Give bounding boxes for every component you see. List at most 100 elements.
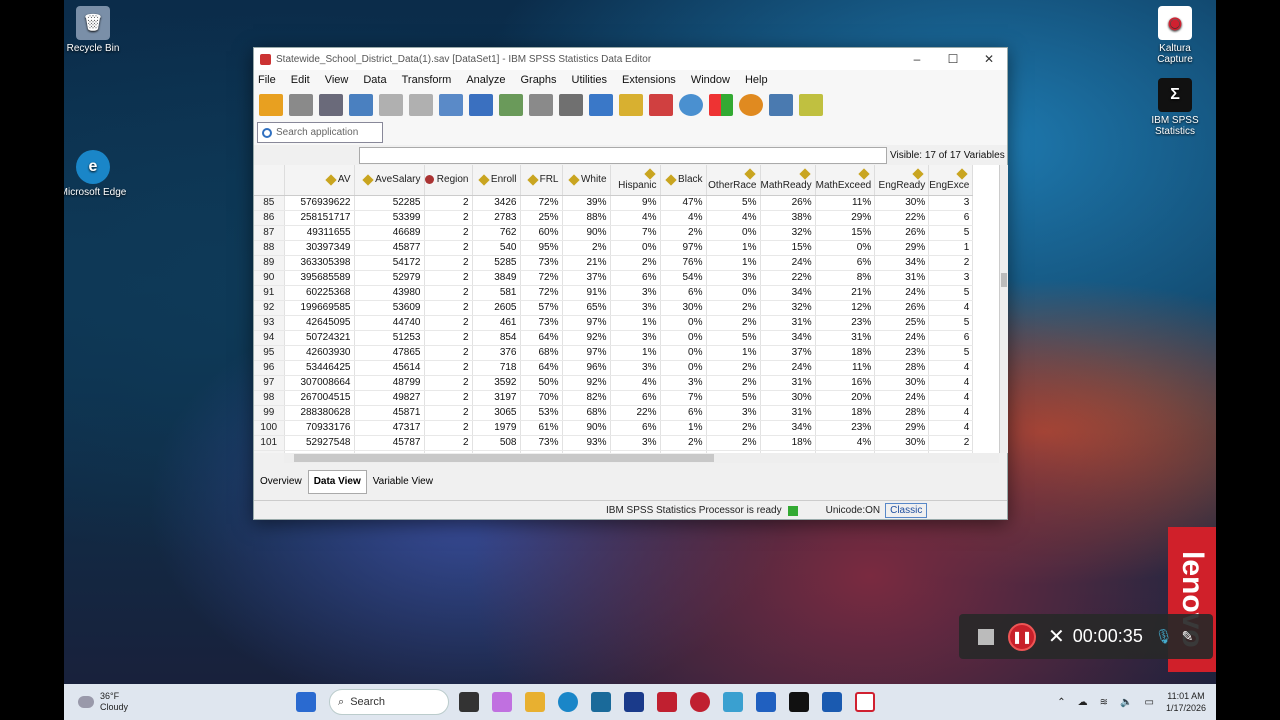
data-cell[interactable]: 3849 bbox=[472, 270, 521, 286]
data-cell[interactable]: 57% bbox=[520, 300, 563, 316]
data-cell[interactable]: 30% bbox=[760, 390, 816, 406]
data-cell[interactable]: 3% bbox=[610, 300, 661, 316]
data-cell[interactable]: 6% bbox=[660, 285, 707, 301]
run-descriptives-icon[interactable] bbox=[529, 94, 553, 116]
minimize-button[interactable]: – bbox=[899, 52, 935, 66]
row-number[interactable]: 87 bbox=[254, 225, 285, 241]
data-cell[interactable]: 25% bbox=[520, 210, 563, 226]
menu-view[interactable]: View bbox=[325, 74, 349, 86]
data-cell[interactable]: 46689 bbox=[354, 225, 425, 241]
data-cell[interactable]: 307008664 bbox=[284, 375, 355, 391]
show-all-variables-icon[interactable] bbox=[799, 94, 823, 116]
data-cell[interactable]: 3% bbox=[610, 435, 661, 451]
row-number[interactable]: 86 bbox=[254, 210, 285, 226]
data-cell[interactable]: 0% bbox=[815, 240, 876, 256]
menu-transform[interactable]: Transform bbox=[402, 74, 452, 86]
data-cell[interactable]: 44740 bbox=[354, 315, 425, 331]
data-cell[interactable]: 363305398 bbox=[284, 255, 355, 271]
data-cell[interactable]: 2 bbox=[424, 405, 473, 421]
find-binoculars-icon[interactable] bbox=[559, 94, 583, 116]
data-cell[interactable]: 5 bbox=[928, 225, 974, 241]
data-cell[interactable]: 28% bbox=[874, 405, 930, 421]
split-file-icon[interactable] bbox=[649, 94, 673, 116]
data-cell[interactable]: 2% bbox=[706, 420, 761, 436]
column-header[interactable]: AveSalary bbox=[354, 165, 425, 196]
row-number[interactable]: 94 bbox=[254, 330, 285, 346]
data-cell[interactable]: 2 bbox=[424, 300, 473, 316]
data-cell[interactable]: 31% bbox=[815, 330, 876, 346]
data-cell[interactable]: 199669585 bbox=[284, 300, 355, 316]
data-cell[interactable]: 51253 bbox=[354, 330, 425, 346]
clock[interactable]: 11:01 AM 1/17/2026 bbox=[1166, 690, 1206, 714]
column-header[interactable]: Region bbox=[424, 165, 473, 196]
data-cell[interactable]: 24% bbox=[760, 360, 816, 376]
insert-cases-icon[interactable] bbox=[589, 94, 613, 116]
data-cell[interactable]: 2% bbox=[706, 375, 761, 391]
use-variable-sets-icon[interactable] bbox=[769, 94, 793, 116]
data-cell[interactable]: 2% bbox=[706, 435, 761, 451]
data-cell[interactable]: 8% bbox=[815, 270, 876, 286]
data-cell[interactable]: 24% bbox=[874, 390, 930, 406]
data-cell[interactable]: 540 bbox=[472, 240, 521, 256]
battery-icon[interactable]: ▭ bbox=[1145, 697, 1154, 708]
data-cell[interactable]: 76% bbox=[660, 255, 707, 271]
column-header[interactable]: Black bbox=[660, 165, 707, 196]
data-cell[interactable]: 49311655 bbox=[284, 225, 355, 241]
data-cell[interactable]: 47317 bbox=[354, 420, 425, 436]
data-cell[interactable]: 37% bbox=[562, 270, 611, 286]
column-header[interactable]: Hispanic bbox=[610, 165, 661, 196]
data-cell[interactable]: 47% bbox=[660, 195, 707, 211]
lenovo-vantage-icon[interactable] bbox=[624, 692, 645, 712]
data-cell[interactable]: 68% bbox=[520, 345, 563, 361]
data-cell[interactable]: 1% bbox=[610, 315, 661, 331]
data-cell[interactable]: 26% bbox=[874, 225, 930, 241]
data-cell[interactable]: 95% bbox=[520, 240, 563, 256]
row-number[interactable]: 91 bbox=[254, 285, 285, 301]
data-cell[interactable]: 54% bbox=[660, 270, 707, 286]
column-header[interactable]: EngExce bbox=[928, 165, 974, 196]
kaltura-shortcut[interactable]: ◉ Kaltura Capture bbox=[1140, 6, 1210, 65]
data-cell[interactable]: 0% bbox=[706, 285, 761, 301]
data-cell[interactable]: 64% bbox=[520, 360, 563, 376]
recycle-bin-shortcut[interactable]: 🗑 Recycle Bin bbox=[64, 6, 128, 54]
data-cell[interactable]: 3% bbox=[610, 330, 661, 346]
data-cell[interactable]: 2 bbox=[928, 255, 974, 271]
data-cell[interactable]: 50724321 bbox=[284, 330, 355, 346]
data-cell[interactable]: 30% bbox=[660, 300, 707, 316]
security-icon[interactable] bbox=[690, 692, 711, 712]
data-cell[interactable]: 60225368 bbox=[284, 285, 355, 301]
menu-help[interactable]: Help bbox=[745, 74, 768, 86]
row-number[interactable]: 90 bbox=[254, 270, 285, 286]
data-cell[interactable]: 0% bbox=[660, 360, 707, 376]
data-cell[interactable]: 97% bbox=[562, 345, 611, 361]
copilot-icon[interactable] bbox=[492, 692, 513, 712]
data-cell[interactable]: 34% bbox=[760, 420, 816, 436]
kaltura-taskbar-icon[interactable] bbox=[855, 692, 876, 712]
data-cell[interactable]: 0% bbox=[660, 330, 707, 346]
data-cell[interactable]: 2 bbox=[424, 210, 473, 226]
data-cell[interactable]: 47865 bbox=[354, 345, 425, 361]
data-cell[interactable]: 1 bbox=[928, 240, 974, 256]
data-cell[interactable]: 42645095 bbox=[284, 315, 355, 331]
data-cell[interactable]: 18% bbox=[815, 345, 876, 361]
data-cell[interactable]: 0% bbox=[610, 240, 661, 256]
data-cell[interactable]: 7% bbox=[610, 225, 661, 241]
data-cell[interactable]: 30% bbox=[874, 435, 930, 451]
data-cell[interactable]: 97% bbox=[660, 240, 707, 256]
data-cell[interactable]: 32% bbox=[760, 225, 816, 241]
data-cell[interactable]: 16% bbox=[815, 375, 876, 391]
row-number[interactable]: 88 bbox=[254, 240, 285, 256]
data-cell[interactable]: 30397349 bbox=[284, 240, 355, 256]
data-cell[interactable]: 34% bbox=[760, 285, 816, 301]
redo-icon[interactable] bbox=[409, 94, 433, 116]
data-cell[interactable]: 65% bbox=[562, 300, 611, 316]
data-cell[interactable]: 2605 bbox=[472, 300, 521, 316]
spss-shortcut[interactable]: Σ IBM SPSS Statistics bbox=[1140, 78, 1210, 137]
data-cell[interactable]: 15% bbox=[815, 225, 876, 241]
data-cell[interactable]: 2 bbox=[424, 285, 473, 301]
data-cell[interactable]: 60% bbox=[520, 225, 563, 241]
data-cell[interactable]: 5 bbox=[928, 315, 974, 331]
data-cell[interactable]: 23% bbox=[815, 420, 876, 436]
data-cell[interactable]: 61% bbox=[520, 420, 563, 436]
edge-beta-icon[interactable] bbox=[723, 692, 744, 712]
